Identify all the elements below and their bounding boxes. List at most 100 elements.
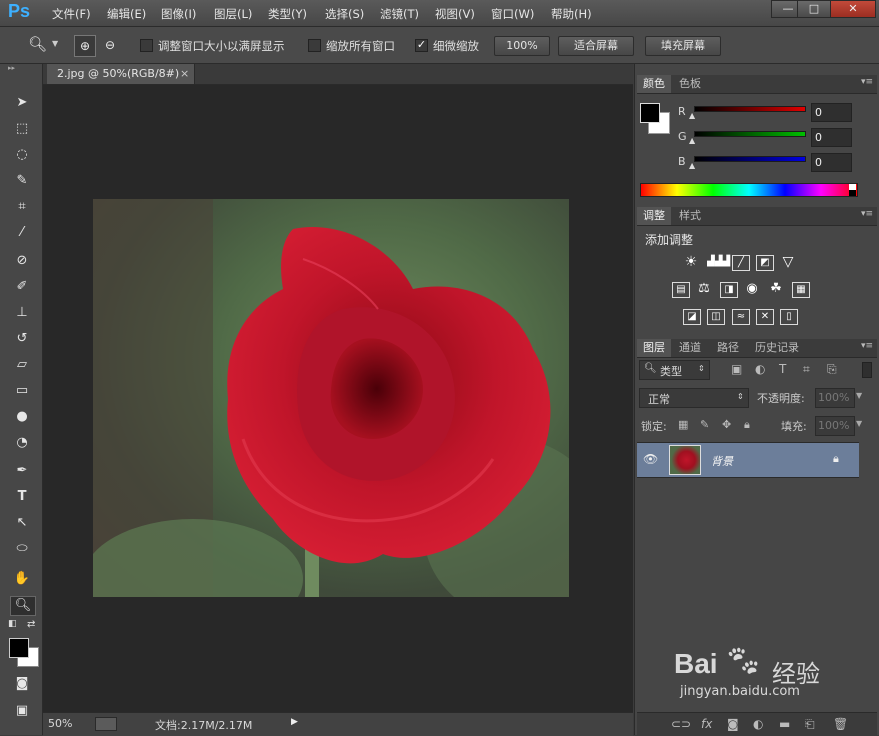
lock-all-icon[interactable]: 🔒︎ (744, 418, 750, 432)
menu-image[interactable]: 图像(I) (161, 6, 196, 22)
opacity-dropdown-icon[interactable]: ▼ (856, 391, 862, 400)
menu-type[interactable]: 类型(Y) (268, 6, 307, 22)
tab-history[interactable]: 历史记录 (749, 339, 805, 357)
menu-view[interactable]: 视图(V) (435, 6, 475, 22)
channel-r-slider[interactable] (694, 106, 806, 112)
filter-shape-icon[interactable]: ⌗ (803, 362, 810, 377)
color-lookup-icon[interactable]: ▦ (792, 282, 810, 298)
invert-icon[interactable]: ◪ (683, 309, 701, 325)
resize-windows-checkbox[interactable] (140, 39, 153, 52)
hand-tool-icon[interactable]: ✋ (13, 570, 31, 588)
menu-filter[interactable]: 滤镜(T) (380, 6, 419, 22)
menu-layer[interactable]: 图层(L) (214, 6, 252, 22)
filter-toggle-switch[interactable] (862, 362, 872, 378)
scrubby-zoom-checkbox[interactable]: ✓ (415, 39, 428, 52)
tab-adjustments[interactable]: 调整 (637, 207, 671, 225)
layer-visibility-eye-icon[interactable]: 👁︎ (643, 452, 658, 466)
adjust-panel-menu-icon[interactable]: ▾≡ (861, 209, 873, 219)
exposure-icon[interactable]: ◩ (756, 255, 774, 271)
selective-color-icon[interactable]: ✕ (756, 309, 774, 325)
clone-stamp-tool-icon[interactable]: ⊥ (13, 304, 31, 322)
dodge-tool-icon[interactable]: ◔ (13, 434, 31, 452)
swap-colors-icon[interactable]: ⇄ (27, 619, 35, 630)
crop-tool-icon[interactable]: ⌗ (13, 198, 31, 216)
posterize-icon[interactable]: ◫ (707, 309, 725, 325)
blur-tool-icon[interactable]: ● (13, 408, 31, 426)
eyedropper-tool-icon[interactable]: ⁄ (13, 224, 31, 242)
channel-b-input[interactable]: 0 (811, 153, 852, 172)
channel-g-slider[interactable] (694, 131, 806, 137)
hue-saturation-icon[interactable]: ▤ (672, 282, 690, 298)
lock-position-icon[interactable]: ✥ (722, 418, 731, 431)
layer-name[interactable]: 背景 (711, 453, 733, 469)
threshold-icon[interactable]: ≈ (732, 309, 750, 325)
lock-pixels-icon[interactable]: ✎ (700, 418, 709, 431)
move-tool-icon[interactable]: ➤ (13, 94, 31, 112)
lasso-tool-icon[interactable]: ◌ (13, 146, 31, 164)
tab-paths[interactable]: 路径 (711, 339, 745, 357)
tab-styles[interactable]: 样式 (673, 207, 707, 225)
brush-tool-icon[interactable]: ✐ (13, 278, 31, 296)
menu-file[interactable]: 文件(F) (52, 6, 91, 22)
opacity-input[interactable]: 100% (815, 388, 855, 408)
new-adjustment-layer-icon[interactable]: ◐ (753, 717, 763, 731)
tab-color[interactable]: 颜色 (637, 75, 671, 93)
channel-r-thumb-icon[interactable]: ▲ (689, 111, 695, 120)
filter-pixel-icon[interactable]: ▣ (731, 362, 742, 376)
filter-adjustment-icon[interactable]: ◐ (755, 362, 765, 376)
gradient-tool-icon[interactable]: ▭ (13, 382, 31, 400)
channel-g-input[interactable]: 0 (811, 128, 852, 147)
pen-tool-icon[interactable]: ✒ (13, 462, 31, 480)
link-layers-icon[interactable]: ⊂⊃ (671, 717, 691, 731)
layer-row[interactable]: 👁︎ 背景 🔒︎ (637, 442, 859, 478)
color-spectrum-bar[interactable] (640, 183, 858, 197)
channel-b-slider[interactable] (694, 156, 806, 162)
menu-help[interactable]: 帮助(H) (551, 6, 592, 22)
gradient-map-icon[interactable]: ▯ (780, 309, 798, 325)
fill-dropdown-icon[interactable]: ▼ (856, 419, 862, 428)
quick-mask-icon[interactable]: ◙ (13, 675, 31, 693)
document-tab-close-icon[interactable]: × (180, 64, 189, 84)
menu-edit[interactable]: 编辑(E) (107, 6, 146, 22)
zoom-level[interactable]: 50% (48, 717, 72, 730)
delete-layer-icon[interactable]: 🗑︎ (833, 717, 848, 731)
black-white-icon[interactable]: ◨ (720, 282, 738, 298)
menu-window[interactable]: 窗口(W) (491, 6, 534, 22)
lock-transparent-icon[interactable]: ▦ (678, 418, 688, 431)
tab-swatches[interactable]: 色板 (673, 75, 707, 93)
healing-brush-tool-icon[interactable]: ⊘ (13, 252, 31, 270)
channel-b-thumb-icon[interactable]: ▲ (689, 161, 695, 170)
channel-g-thumb-icon[interactable]: ▲ (689, 136, 695, 145)
document-tab[interactable]: 2.jpg @ 50%(RGB/8#) × (47, 64, 195, 84)
close-button[interactable]: ✕ (830, 0, 876, 18)
zoom-in-icon[interactable]: ⊕ (74, 35, 96, 57)
fill-input[interactable]: 100% (815, 416, 855, 436)
type-tool-icon[interactable]: T (13, 488, 31, 506)
path-selection-tool-icon[interactable]: ↖ (13, 514, 31, 532)
channel-r-input[interactable]: 0 (811, 103, 852, 122)
tab-channels[interactable]: 通道 (673, 339, 707, 357)
channel-mixer-icon[interactable]: ☘ (768, 282, 784, 296)
new-layer-icon[interactable]: ⎗ (805, 717, 815, 732)
curves-icon[interactable]: ╱ (732, 255, 750, 271)
history-brush-tool-icon[interactable]: ↺ (13, 330, 31, 348)
zoom-all-windows-checkbox[interactable] (308, 39, 321, 52)
layers-panel-menu-icon[interactable]: ▾≡ (861, 341, 873, 351)
layer-filter-select[interactable]: 🔍︎ 类型 ⇕ (639, 360, 710, 380)
collapse-arrows-icon[interactable]: ▸▸ (8, 64, 15, 72)
marquee-tool-icon[interactable]: ⬚ (13, 120, 31, 138)
new-group-icon[interactable]: ▬ (779, 717, 790, 731)
zoom-tool-icon[interactable]: 🔍︎ (10, 596, 36, 616)
foreground-color-swatch[interactable] (9, 638, 29, 658)
eraser-tool-icon[interactable]: ▱ (13, 356, 31, 374)
filter-type-icon[interactable]: T (779, 362, 786, 376)
fill-screen-button[interactable]: 填充屏幕 (645, 36, 721, 56)
color-fg-swatch[interactable] (640, 103, 660, 123)
menu-select[interactable]: 选择(S) (325, 6, 364, 22)
spectrum-black-swatch[interactable] (849, 190, 856, 196)
default-colors-icon[interactable]: ◧ (8, 619, 17, 629)
preset-dropdown-icon[interactable]: ▼ (52, 39, 58, 48)
layer-style-icon[interactable]: fx (701, 717, 712, 731)
brightness-contrast-icon[interactable]: ☀ (683, 255, 699, 269)
filter-smart-object-icon[interactable]: ⎘ (827, 362, 837, 377)
